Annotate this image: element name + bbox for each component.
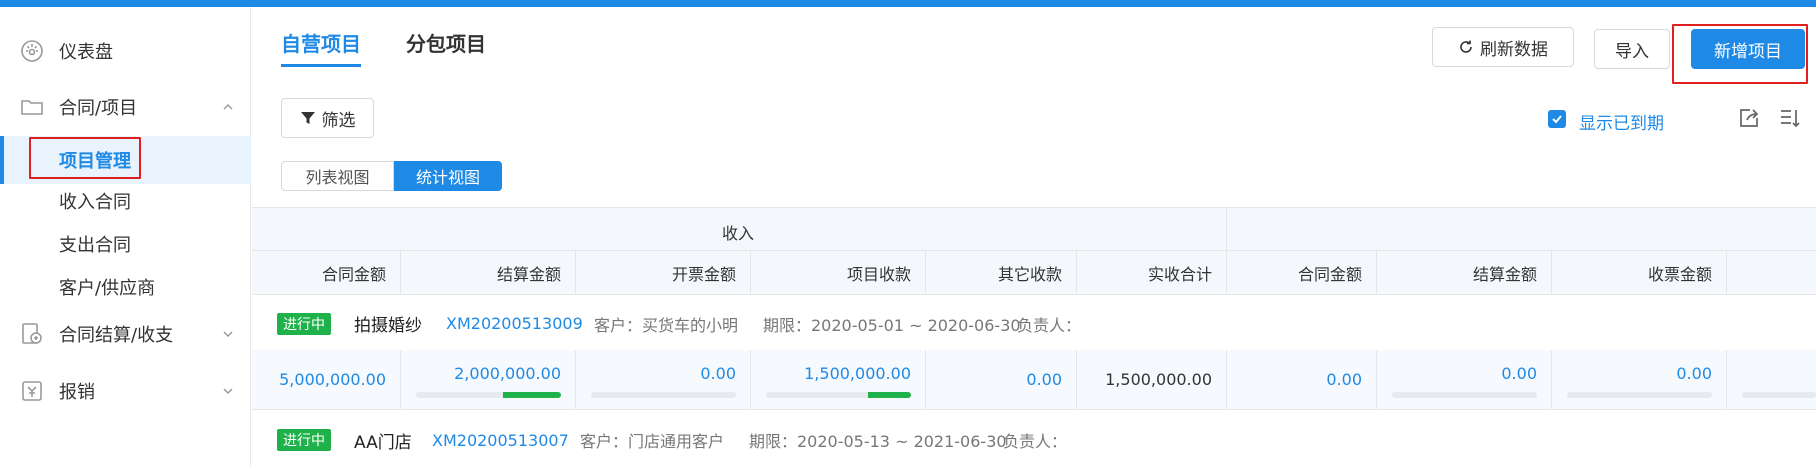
project-customer: 客户：门店通用客户: [580, 432, 725, 451]
export-icon[interactable]: [1735, 104, 1763, 132]
progress-bar: [591, 392, 736, 398]
dashboard-icon: [18, 37, 46, 65]
column-header: 实收合计: [1147, 265, 1212, 284]
show-expired-label[interactable]: 显示已到期: [1579, 109, 1664, 134]
highlight-box: [1672, 24, 1808, 84]
project-customer: 客户：买货车的小明: [594, 315, 739, 335]
chevron-up-icon: [220, 99, 236, 115]
chevron-down-icon: [220, 383, 236, 399]
column-header: 合同金额: [1297, 265, 1362, 284]
table-group-header: 收入: [252, 207, 1816, 251]
project-name: 拍摄婚纱: [354, 316, 422, 336]
refresh-label: 刷新数据: [1480, 39, 1548, 60]
refresh-button[interactable]: 刷新数据: [1432, 27, 1574, 67]
status-badge: 进行中: [277, 429, 331, 451]
progress-bar: [1567, 392, 1712, 398]
view-stats-toggle[interactable]: 统计视图: [394, 161, 502, 191]
show-expired-checkbox[interactable]: [1548, 110, 1566, 128]
cell-value[interactable]: 0.00: [1501, 364, 1537, 383]
stats-table: 收入 合同金额 结算金额 开票金额 项目收款 其它收款 实收合计 合同金额 结算…: [252, 207, 1816, 466]
tab-subcontract[interactable]: 分包项目: [406, 28, 486, 57]
progress-bar: [766, 392, 911, 398]
progress-bar: [1392, 392, 1537, 398]
sort-icon[interactable]: [1776, 104, 1804, 132]
cell-value[interactable]: 0.00: [1026, 370, 1062, 389]
column-header: 开票金额: [671, 265, 736, 284]
column-header: 合同金额: [321, 265, 386, 284]
project-code-link[interactable]: XM20200513007: [432, 431, 569, 450]
project-period: 期限：2020-05-01 ~ 2020-06-30: [763, 315, 1021, 335]
project-name: AA门店: [354, 432, 412, 453]
column-header: 收票金额: [1647, 265, 1712, 284]
sidebar: 仪表盘 合同/项目 项目管理 收入合同 支出合同 客户/供应商 合同结算/收支 …: [0, 7, 251, 466]
project-owner: 负责人：: [1017, 315, 1082, 335]
project-code-link[interactable]: XM20200513009: [446, 314, 583, 333]
sidebar-subitem-income-contracts[interactable]: 收入合同: [0, 177, 251, 225]
filter-button[interactable]: 筛选: [281, 98, 374, 138]
sidebar-item-contracts[interactable]: 合同/项目: [0, 82, 251, 132]
table-column-header: 合同金额 结算金额 开票金额 项目收款 其它收款 实收合计 合同金额 结算金额 …: [252, 251, 1816, 295]
group-header-income: 收入: [722, 224, 755, 243]
sidebar-subitem-expense-contracts[interactable]: 支出合同: [0, 220, 251, 268]
sidebar-subitem-label: 收入合同: [59, 192, 131, 213]
progress-bar: [1742, 392, 1816, 398]
folder-icon: [18, 93, 46, 121]
cell-value[interactable]: 0.00: [1326, 370, 1362, 389]
cell-value: 1,500,000.00: [1105, 370, 1212, 389]
sidebar-item-label: 报销: [59, 382, 95, 403]
refresh-icon: [1458, 39, 1474, 55]
reimburse-icon: [18, 377, 46, 405]
project-info-row[interactable]: 进行中 AA门店 XM20200513007 客户：门店通用客户 期限：2020…: [252, 411, 1816, 469]
tab-self-operated[interactable]: 自营项目: [281, 28, 361, 67]
sidebar-subitem-label: 客户/供应商: [59, 278, 156, 299]
filter-icon: [300, 110, 316, 126]
project-period: 期限：2020-05-13 ~ 2021-06-30: [749, 432, 1007, 451]
filter-label: 筛选: [321, 110, 356, 131]
cell-value[interactable]: 5,000,000.00: [279, 370, 386, 389]
column-header: 其它收款: [997, 265, 1062, 284]
sidebar-item-reimburse[interactable]: 报销: [0, 366, 251, 416]
cell-value[interactable]: 0.00: [1676, 364, 1712, 383]
cell-value[interactable]: 1,500,000.00: [804, 364, 911, 383]
column-header: 结算金额: [496, 265, 561, 284]
sidebar-item-settlement[interactable]: 合同结算/收支: [0, 309, 251, 359]
settlement-icon: [18, 320, 46, 348]
top-accent-bar: [0, 0, 1816, 7]
column-header: 项目收款: [846, 265, 911, 284]
project-owner: 负责人：: [1003, 432, 1068, 451]
project-info-row[interactable]: 进行中 拍摄婚纱 XM20200513009 客户：买货车的小明 期限：2020…: [252, 295, 1816, 353]
cell-value[interactable]: 0.00: [700, 364, 736, 383]
progress-bar: [416, 392, 561, 398]
sidebar-item-dashboard[interactable]: 仪表盘: [0, 26, 251, 76]
chevron-down-icon: [220, 326, 236, 342]
cell-value[interactable]: 2,000,000.00: [454, 364, 561, 383]
highlight-box: [29, 137, 141, 179]
sidebar-subitem-customers-suppliers[interactable]: 客户/供应商: [0, 263, 251, 311]
project-data-row: 5,000,000.00 2,000,000.00 0.00 1,500,000…: [252, 350, 1816, 410]
sidebar-subitem-label: 支出合同: [59, 235, 131, 256]
sidebar-item-label: 合同/项目: [59, 98, 138, 119]
column-header: 结算金额: [1472, 265, 1537, 284]
sidebar-item-label: 合同结算/收支: [59, 325, 174, 346]
import-button[interactable]: 导入: [1594, 29, 1670, 69]
status-badge: 进行中: [277, 312, 331, 335]
sidebar-item-label: 仪表盘: [59, 42, 113, 63]
view-list-toggle[interactable]: 列表视图: [281, 161, 394, 191]
